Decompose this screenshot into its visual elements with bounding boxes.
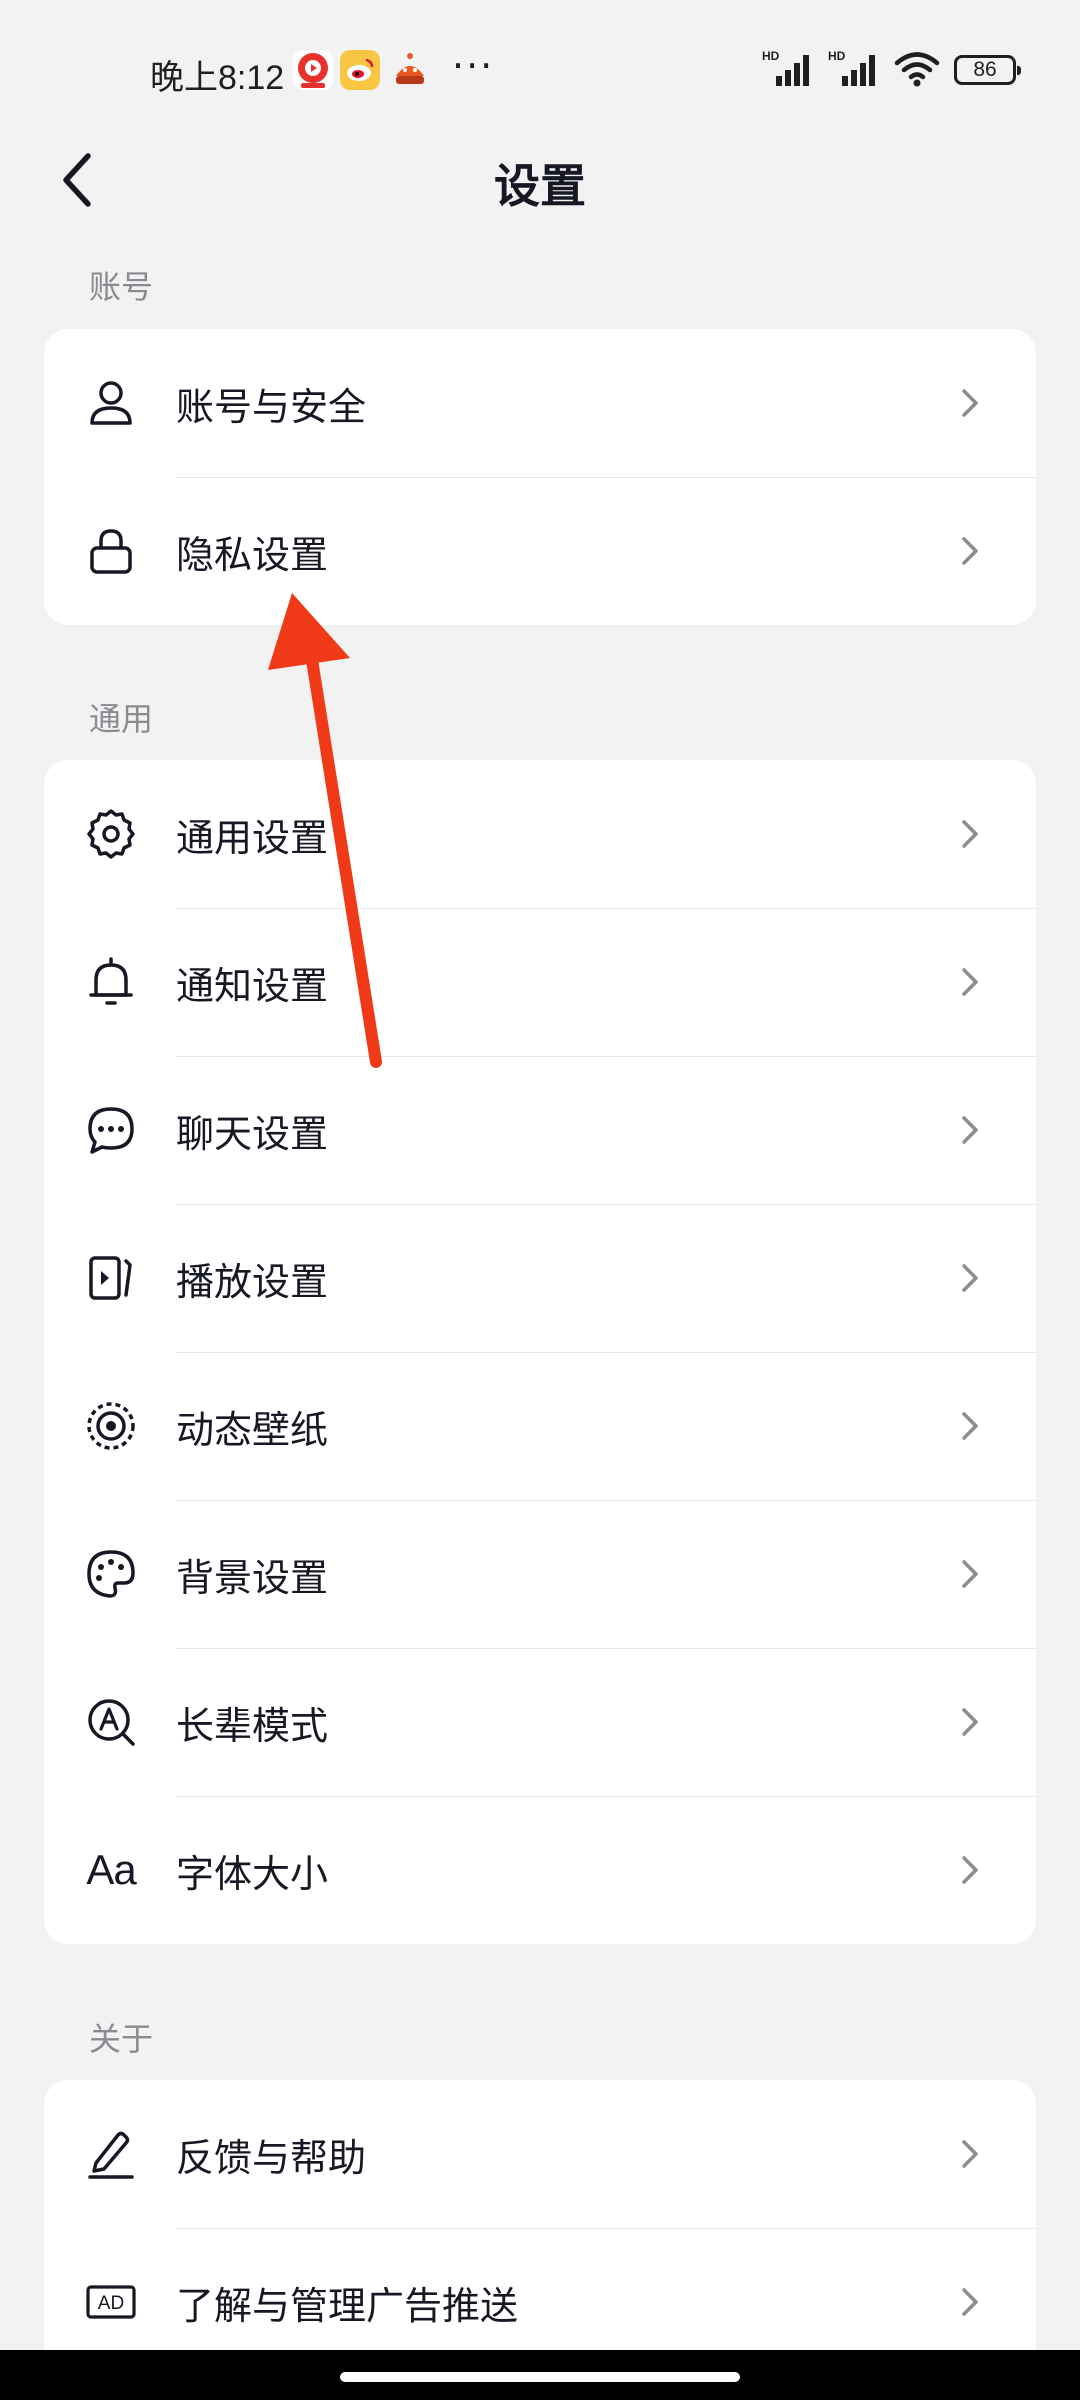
elder-mode-icon [84,1695,138,1749]
settings-item-label: 通用设置 [176,815,329,860]
chevron-right-icon [962,2288,978,2316]
status-time: 晚上8:12 [150,59,285,97]
signal-icon-1: HD [762,48,814,92]
account-card: 账号与安全 隐私设置 [44,329,1036,625]
settings-item-chat[interactable]: 聊天设置 [44,1056,1036,1204]
ad-icon: AD [84,2275,138,2329]
chevron-right-icon [962,1264,978,1292]
chevron-right-icon [962,1708,978,1736]
wifi-icon [894,48,940,92]
settings-item-label: 背景设置 [176,1555,329,1600]
chevron-right-icon [962,1412,978,1440]
gear-icon [84,807,138,861]
network-type-1: HD [762,49,780,63]
settings-item-label: 动态壁纸 [176,1407,329,1452]
network-type-2: HD [828,49,846,63]
settings-item-label: 长辈模式 [176,1703,329,1748]
settings-item-label: 隐私设置 [176,532,329,577]
settings-item-live-wallpaper[interactable]: 动态壁纸 [44,1352,1036,1500]
settings-item-background[interactable]: 背景设置 [44,1500,1036,1648]
settings-item-label: 字体大小 [176,1851,329,1896]
lock-icon [84,524,138,578]
section-title-general: 通用 [89,700,154,738]
section-title-account: 账号 [89,268,154,306]
header: 设置 [0,130,1080,230]
page-title: 设置 [494,159,586,213]
settings-item-elder-mode[interactable]: 长辈模式 [44,1648,1036,1796]
settings-item-font-size[interactable]: Aa 字体大小 [44,1796,1036,1944]
pencil-icon [84,2127,138,2181]
chevron-right-icon [962,2140,978,2168]
chevron-right-icon [962,1856,978,1884]
video-app-icon [293,50,333,90]
battery-icon: 86 [954,55,1021,85]
chevron-right-icon [962,389,978,417]
general-card: 通用设置 通知设置 聊天设置 播放设置 动态壁纸 背景设置 长辈模式 Aa 字体… [44,760,1036,1944]
palette-icon [84,1547,138,1601]
settings-item-label: 通知设置 [176,963,329,1008]
bell-icon [84,955,138,1009]
settings-item-notification[interactable]: 通知设置 [44,908,1036,1056]
chevron-right-icon [962,537,978,565]
chevron-right-icon [962,968,978,996]
status-more-icon: ··· [452,44,495,88]
chat-icon [84,1103,138,1157]
weibo-app-icon [340,50,380,90]
settings-item-label: 账号与安全 [176,384,367,429]
home-indicator[interactable] [340,2372,740,2382]
section-title-about: 关于 [89,2020,154,2058]
play-icon [84,1251,138,1305]
about-card: 反馈与帮助 AD 了解与管理广告推送 [44,2080,1036,2376]
signal-icon-2: HD [828,48,880,92]
font-size-icon-text: Aa [86,1846,136,1893]
status-bar: 晚上8:12 ··· HD HD 86 [0,0,1080,140]
ad-icon-text: AD [98,2293,124,2314]
wallpaper-icon [84,1399,138,1453]
settings-item-general[interactable]: 通用设置 [44,760,1036,908]
settings-item-privacy[interactable]: 隐私设置 [44,477,1036,625]
settings-item-label: 聊天设置 [176,1111,329,1156]
settings-item-feedback-help[interactable]: 反馈与帮助 [44,2080,1036,2228]
settings-item-label: 播放设置 [176,1259,329,1304]
settings-item-label: 反馈与帮助 [176,2135,367,2180]
user-icon [84,376,138,430]
chevron-right-icon [962,1560,978,1588]
font-size-icon: Aa [84,1843,138,1897]
chevron-right-icon [962,1116,978,1144]
settings-item-label: 了解与管理广告推送 [176,2283,519,2328]
settings-item-playback[interactable]: 播放设置 [44,1204,1036,1352]
navigation-bar [0,2350,1080,2400]
app-notification-icon [390,50,430,90]
settings-item-account-security[interactable]: 账号与安全 [44,329,1036,477]
chevron-right-icon [962,820,978,848]
